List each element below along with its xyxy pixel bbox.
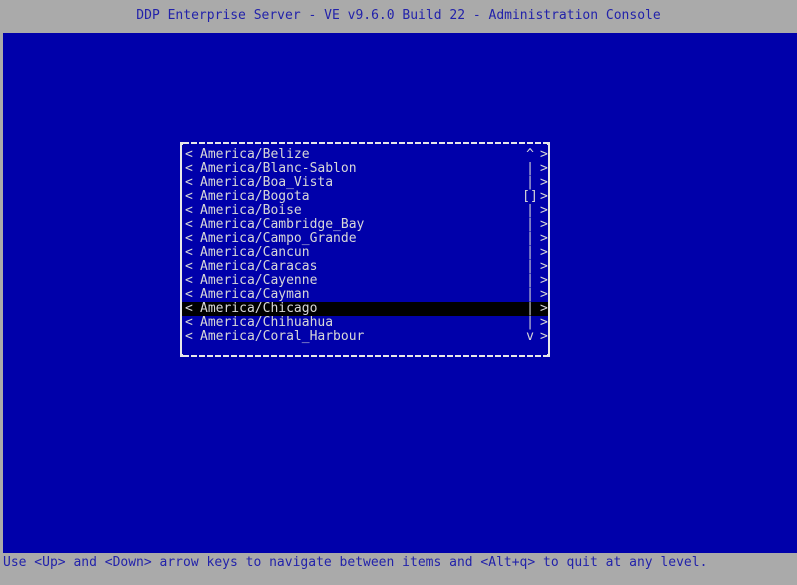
left-arrow-icon: < <box>185 147 193 162</box>
left-arrow-icon: < <box>185 273 193 288</box>
scrollbar-cell[interactable]: v <box>522 330 538 344</box>
scrollbar-cell[interactable]: | <box>522 274 538 288</box>
left-arrow-icon: < <box>185 259 193 274</box>
scrollbar-cell[interactable]: | <box>522 260 538 274</box>
list-item[interactable]: < America/Campo_Grande | > <box>182 232 548 246</box>
list-item-label: America/Boise <box>200 203 302 218</box>
list-item-label: America/Boa_Vista <box>200 175 334 190</box>
timezone-list-dialog: < America/Belize ^ > < America/Blanc-Sablon | >… <box>179 142 551 357</box>
left-arrow-icon: < <box>185 245 193 260</box>
list-item[interactable]: < America/Boise | > <box>182 204 548 218</box>
left-arrow-icon: < <box>185 315 193 330</box>
page-title: DDP Enterprise Server - VE v9.6.0 Build … <box>136 8 661 23</box>
scrollbar-cell[interactable]: | <box>522 204 538 218</box>
dialog-border-bottom <box>183 355 547 357</box>
scrollbar-cell[interactable]: | <box>522 176 538 190</box>
left-arrow-icon: < <box>185 189 193 204</box>
list-item-label: America/Cayman <box>200 287 310 302</box>
right-arrow-icon: > <box>540 203 548 218</box>
dialog-border-right <box>548 144 550 355</box>
dialog-corner-bottom-right <box>547 354 550 357</box>
scrollbar-cell[interactable]: [] <box>522 190 538 204</box>
list-item[interactable]: < America/Cancun | > <box>182 246 548 260</box>
left-arrow-icon: < <box>185 217 193 232</box>
left-arrow-icon: < <box>185 161 193 176</box>
left-arrow-icon: < <box>185 175 193 190</box>
list-item[interactable]: < America/Coral_Harbour v > <box>182 330 548 344</box>
scrollbar-cell[interactable]: | <box>522 246 538 260</box>
scrollbar-cell[interactable]: ^ <box>522 148 538 162</box>
list-item[interactable]: < America/Cayman | > <box>182 288 548 302</box>
right-arrow-icon: > <box>540 329 548 344</box>
terminal-screen: DDP Enterprise Server - VE v9.6.0 Build … <box>0 0 797 585</box>
left-arrow-icon: < <box>185 329 193 344</box>
left-arrow-icon: < <box>185 203 193 218</box>
list-item-label: America/Cayenne <box>200 273 318 288</box>
right-arrow-icon: > <box>540 175 548 190</box>
scrollbar-cell[interactable]: | <box>522 302 538 316</box>
list-item-label: America/Cancun <box>200 245 310 260</box>
right-arrow-icon: > <box>540 231 548 246</box>
list-item[interactable]: < America/Belize ^ > <box>182 148 548 162</box>
right-arrow-icon: > <box>540 189 548 204</box>
left-arrow-icon: < <box>185 301 193 316</box>
scrollbar-cell[interactable]: | <box>522 218 538 232</box>
list-item[interactable]: < America/Blanc-Sablon | > <box>182 162 548 176</box>
right-arrow-icon: > <box>540 147 548 162</box>
list-item-label: America/Chicago <box>200 301 318 316</box>
timezone-list[interactable]: < America/Belize ^ > < America/Blanc-Sablon | >… <box>182 148 548 348</box>
title-bar: DDP Enterprise Server - VE v9.6.0 Build … <box>0 0 797 33</box>
right-arrow-icon: > <box>540 245 548 260</box>
list-item[interactable]: < America/Chihuahua | > <box>182 316 548 330</box>
list-item-label: America/Chihuahua <box>200 315 334 330</box>
scrollbar-cell[interactable]: | <box>522 316 538 330</box>
list-item[interactable]: < America/Chicago | > <box>182 302 548 316</box>
list-item-label: America/Caracas <box>200 259 318 274</box>
list-item-label: America/Coral_Harbour <box>200 329 365 344</box>
right-arrow-icon: > <box>540 217 548 232</box>
dialog-border-top <box>183 142 547 144</box>
left-arrow-icon: < <box>185 231 193 246</box>
list-item[interactable]: < America/Boa_Vista | > <box>182 176 548 190</box>
right-arrow-icon: > <box>540 315 548 330</box>
dialog-corner-top-left <box>180 142 183 145</box>
dialog-corner-bottom-left <box>180 354 183 357</box>
status-bar: Use <Up> and <Down> arrow keys to naviga… <box>0 553 797 585</box>
list-item-label: America/Campo_Grande <box>200 231 357 246</box>
list-item[interactable]: < America/Cayenne | > <box>182 274 548 288</box>
right-arrow-icon: > <box>540 273 548 288</box>
dialog-corner-top-right <box>547 142 550 145</box>
scrollbar-cell[interactable]: | <box>522 288 538 302</box>
list-item[interactable]: < America/Bogota [] > <box>182 190 548 204</box>
keyboard-hint-text: Use <Up> and <Down> arrow keys to naviga… <box>3 555 708 570</box>
list-item-label: America/Blanc-Sablon <box>200 161 357 176</box>
left-arrow-icon: < <box>185 287 193 302</box>
right-arrow-icon: > <box>540 259 548 274</box>
right-arrow-icon: > <box>540 301 548 316</box>
list-item[interactable]: < America/Caracas | > <box>182 260 548 274</box>
list-item-label: America/Belize <box>200 147 310 162</box>
right-arrow-icon: > <box>540 161 548 176</box>
right-arrow-icon: > <box>540 287 548 302</box>
list-item[interactable]: < America/Cambridge_Bay | > <box>182 218 548 232</box>
list-item-label: America/Cambridge_Bay <box>200 217 365 232</box>
scrollbar-cell[interactable]: | <box>522 162 538 176</box>
left-gutter <box>0 33 3 553</box>
scrollbar-cell[interactable]: | <box>522 232 538 246</box>
list-item-label: America/Bogota <box>200 189 310 204</box>
